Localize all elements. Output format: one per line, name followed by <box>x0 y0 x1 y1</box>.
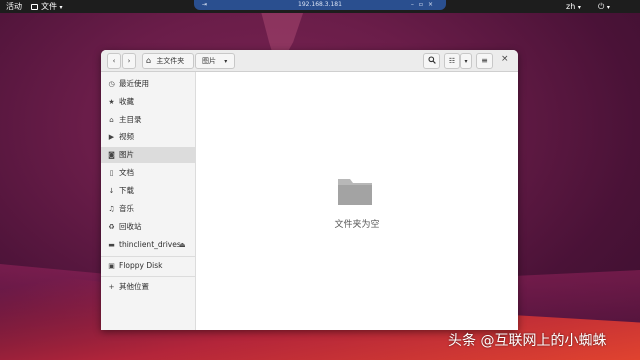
sidebar-item-other-locations[interactable]: + 其他位置 <box>101 279 195 295</box>
music-icon: ♫ <box>108 205 115 213</box>
drive-icon: ▬ <box>108 241 115 249</box>
chevron-right-icon: › <box>127 57 131 65</box>
empty-folder-icon <box>338 179 372 205</box>
remote-connection-bar: ⇥ 192.168.3.181 –▫× <box>194 0 446 10</box>
sidebar-item-label: 音乐 <box>119 204 134 213</box>
star-icon: ★ <box>108 98 115 106</box>
trash-icon: ♻ <box>108 223 115 231</box>
restore-icon[interactable]: ▫ <box>419 1 428 8</box>
sidebar-item-recent[interactable]: ◷ 最近使用 <box>101 76 195 92</box>
search-icon <box>427 56 436 64</box>
sidebar-item-label: 主目录 <box>119 115 142 124</box>
sidebar-item-thinclient-drives[interactable]: ▬ thinclient_drives ⏏ <box>101 237 195 253</box>
chevron-down-icon: ▾ <box>59 4 63 11</box>
sidebar-item-label: thinclient_drives <box>119 240 181 249</box>
sidebar-item-downloads[interactable]: ↓ 下载 <box>101 183 195 199</box>
activities-button[interactable]: 活动 <box>6 0 22 13</box>
document-icon: ▯ <box>109 169 114 177</box>
file-manager-window: ‹ › ⌂ 主文件夹 图片 ▾ ☷ ▾ ≡ × ◷ 最近使用 ★ 收藏 ⌂ 主目… <box>101 50 518 330</box>
sidebar-item-label: 视频 <box>119 132 134 141</box>
chevron-down-icon: ▾ <box>224 58 228 65</box>
forward-button[interactable]: › <box>122 53 136 69</box>
language-label: zh <box>566 2 576 11</box>
sidebar-divider <box>101 276 195 277</box>
system-menu[interactable]: ⏻ ▾ <box>598 0 610 14</box>
close-icon: × <box>501 54 509 64</box>
sidebar-item-label: Floppy Disk <box>119 261 163 270</box>
connection-host: 192.168.3.181 <box>298 1 342 8</box>
sidebar-item-label: 图片 <box>119 150 134 159</box>
sidebar-item-label: 最近使用 <box>119 79 149 88</box>
app-menu-button[interactable]: 文件 ▾ <box>31 0 63 14</box>
sidebar-item-floppy-disk[interactable]: ▣ Floppy Disk <box>101 258 195 274</box>
app-menu-label: 文件 <box>41 2 57 11</box>
camera-icon: ◙ <box>108 151 115 159</box>
sidebar-item-label: 其他位置 <box>119 282 149 291</box>
minimize-icon[interactable]: – <box>411 1 419 8</box>
sidebar-divider <box>101 256 195 257</box>
pathbar-home[interactable]: ⌂ 主文件夹 <box>142 53 194 69</box>
back-button[interactable]: ‹ <box>107 53 121 69</box>
connection-controls: –▫× <box>411 0 438 10</box>
watermark-text: 头条 @互联网上的小蜘蛛 <box>448 333 607 349</box>
sidebar-item-label: 下载 <box>119 186 134 195</box>
sidebar-item-label: 收藏 <box>119 97 134 106</box>
chevron-down-icon: ▾ <box>606 4 610 11</box>
search-button[interactable] <box>423 53 440 69</box>
clock-icon: ◷ <box>108 80 115 88</box>
hamburger-menu-icon: ≡ <box>481 56 488 65</box>
floppy-icon: ▣ <box>108 262 115 270</box>
sidebar-item-label: 文档 <box>119 168 134 177</box>
sidebar-item-starred[interactable]: ★ 收藏 <box>101 94 195 110</box>
language-indicator[interactable]: zh ▾ <box>566 0 581 14</box>
plus-icon: + <box>108 283 115 291</box>
header-bar: ‹ › ⌂ 主文件夹 图片 ▾ ☷ ▾ ≡ × <box>101 50 518 72</box>
list-view-icon: ☷ <box>448 57 456 65</box>
empty-folder-message: 文件夹为空 <box>334 220 380 230</box>
pathbar-current[interactable]: 图片 ▾ <box>195 53 235 69</box>
sidebar-item-videos[interactable]: ▶ 视频 <box>101 129 195 145</box>
chevron-down-icon: ▾ <box>577 4 581 11</box>
sidebar-item-trash[interactable]: ♻ 回收站 <box>101 219 195 235</box>
sidebar-item-documents[interactable]: ▯ 文档 <box>101 165 195 181</box>
sidebar-item-home[interactable]: ⌂ 主目录 <box>101 112 195 128</box>
window-close-button[interactable]: × <box>501 54 509 64</box>
files-app-icon <box>31 4 38 10</box>
places-sidebar: ◷ 最近使用 ★ 收藏 ⌂ 主目录 ▶ 视频 ◙ 图片 ▯ 文档 ↓ 下载 ♫ <box>101 72 196 330</box>
view-toggle-button[interactable]: ☷ <box>444 53 460 69</box>
chevron-down-icon: ▾ <box>464 58 468 65</box>
download-icon: ↓ <box>108 187 115 195</box>
eject-icon[interactable]: ⏏ <box>179 237 186 253</box>
pin-icon[interactable]: ⇥ <box>202 0 207 10</box>
pathbar-home-label: 主文件夹 <box>156 57 185 65</box>
home-icon: ⌂ <box>146 56 152 65</box>
sidebar-item-pictures[interactable]: ◙ 图片 <box>101 147 195 163</box>
power-icon: ⏻ <box>598 2 605 11</box>
home-icon: ⌂ <box>109 116 114 124</box>
file-view[interactable]: 文件夹为空 <box>196 72 518 330</box>
sidebar-item-label: 回收站 <box>119 222 142 231</box>
chevron-left-icon: ‹ <box>112 57 116 65</box>
pathbar-current-label: 图片 <box>202 57 216 65</box>
menu-button[interactable]: ≡ <box>476 53 493 69</box>
close-icon[interactable]: × <box>428 1 438 8</box>
view-options-button[interactable]: ▾ <box>460 53 472 69</box>
video-icon: ▶ <box>108 133 115 141</box>
sidebar-item-music[interactable]: ♫ 音乐 <box>101 201 195 217</box>
